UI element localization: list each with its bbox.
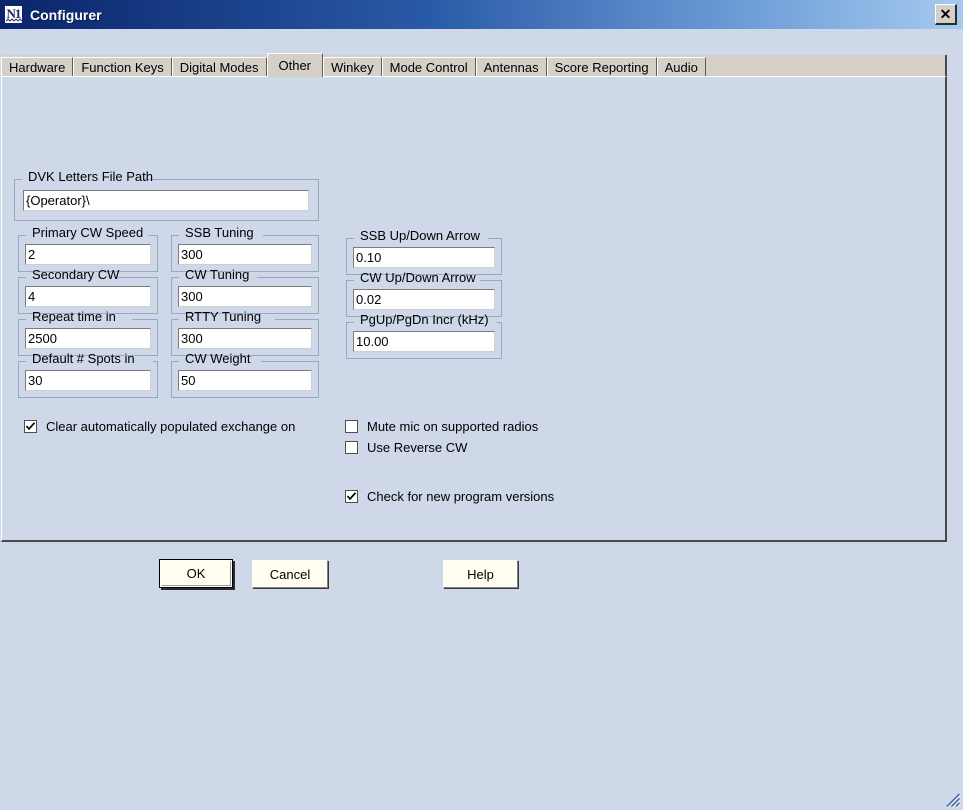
- tab-function-keys[interactable]: Function Keys: [73, 57, 172, 77]
- group-label-dvk: DVK Letters File Path: [28, 169, 153, 184]
- group-label-ssb-tuning: SSB Tuning: [185, 225, 254, 240]
- tab-label: Winkey: [331, 60, 374, 75]
- tab-label: Antennas: [483, 60, 539, 75]
- window-titlebar[interactable]: N1 Configurer ✕: [0, 0, 963, 29]
- tab-panel-other: DVK Letters File Path Primary CW Speed S…: [1, 76, 947, 542]
- checkbox-label-check-versions: Check for new program versions: [367, 489, 555, 504]
- group-label-repeat-time: Repeat time in: [32, 309, 116, 324]
- repeat-time-input[interactable]: [25, 328, 151, 349]
- ssb-up-down-arrow-input[interactable]: [353, 247, 495, 268]
- ssb-tuning-input[interactable]: [178, 244, 312, 265]
- checkbox-row-clear-exchange[interactable]: Clear automatically populated exchange o…: [24, 420, 295, 433]
- checkbox-check-versions[interactable]: [345, 490, 358, 503]
- tab-label: Mode Control: [389, 60, 468, 75]
- group-label-cw-tuning: CW Tuning: [185, 267, 250, 282]
- tab-label: Score Reporting: [554, 60, 649, 75]
- group-label-default-spots: Default # Spots in: [32, 351, 135, 366]
- tab-label: Other: [278, 58, 312, 73]
- resize-grip-icon[interactable]: [945, 792, 961, 808]
- group-default-spots: Default # Spots in: [18, 352, 158, 398]
- ok-button-label: OK: [186, 566, 206, 581]
- group-label-rtty-tuning: RTTY Tuning: [185, 309, 262, 324]
- secondary-cw-input[interactable]: [25, 286, 151, 307]
- help-button[interactable]: Help: [443, 560, 518, 588]
- primary-cw-speed-input[interactable]: [25, 244, 151, 265]
- check-icon: [346, 492, 357, 501]
- tab-other[interactable]: Other: [266, 53, 324, 77]
- check-icon: [25, 422, 36, 431]
- rtty-tuning-input[interactable]: [178, 328, 312, 349]
- group-cw-weight: CW Weight: [171, 352, 319, 398]
- checkbox-row-check-versions[interactable]: Check for new program versions: [345, 490, 554, 503]
- pgup-pgdn-incr-input[interactable]: [353, 331, 495, 352]
- tab-label: Function Keys: [81, 60, 164, 75]
- close-icon[interactable]: ✕: [935, 4, 957, 25]
- checkbox-row-reverse-cw[interactable]: Use Reverse CW: [345, 441, 467, 454]
- checkbox-clear-exchange[interactable]: [24, 420, 37, 433]
- cw-weight-input[interactable]: [178, 370, 312, 391]
- tab-mode-control[interactable]: Mode Control: [381, 57, 476, 77]
- checkbox-reverse-cw[interactable]: [345, 441, 358, 454]
- tab-label: Audio: [664, 60, 698, 75]
- checkbox-row-mute-mic[interactable]: Mute mic on supported radios: [345, 420, 538, 433]
- group-label-cw-weight: CW Weight: [185, 351, 251, 366]
- cancel-button-label: Cancel: [269, 566, 311, 582]
- checkbox-label-reverse-cw: Use Reverse CW: [367, 440, 468, 455]
- tab-label: Hardware: [9, 60, 66, 75]
- ok-button[interactable]: OK: [159, 559, 233, 588]
- window-title: Configurer: [30, 6, 102, 23]
- checkbox-label-clear-exchange: Clear automatically populated exchange o…: [46, 419, 296, 434]
- group-dvk-letters-file-path: DVK Letters File Path: [14, 170, 319, 221]
- checkbox-label-mute-mic: Mute mic on supported radios: [367, 419, 539, 434]
- help-button-label: Help: [467, 566, 494, 582]
- default-spots-input[interactable]: [25, 370, 151, 391]
- group-label-pgup-pgdn-incr: PgUp/PgDn Incr (kHz): [360, 312, 489, 327]
- n1-logo-icon: N1: [4, 5, 23, 24]
- tab-antennas[interactable]: Antennas: [475, 57, 547, 77]
- cancel-button[interactable]: Cancel: [252, 560, 328, 588]
- tab-winkey[interactable]: Winkey: [323, 57, 382, 77]
- group-label-secondary-cw: Secondary CW: [32, 267, 120, 282]
- group-label-ssb-up-down-arrow: SSB Up/Down Arrow: [360, 228, 480, 243]
- tab-digital-modes[interactable]: Digital Modes: [171, 57, 267, 77]
- group-label-cw-up-down-arrow: CW Up/Down Arrow: [360, 270, 476, 285]
- tab-audio[interactable]: Audio: [656, 57, 706, 77]
- cw-up-down-arrow-input[interactable]: [353, 289, 495, 310]
- dvk-letters-file-path-input[interactable]: [23, 190, 309, 211]
- tab-label: Digital Modes: [179, 60, 259, 75]
- tab-hardware[interactable]: Hardware: [1, 57, 74, 77]
- cw-tuning-input[interactable]: [178, 286, 312, 307]
- logo-wave-icon: [6, 18, 22, 22]
- group-pgup-pgdn-incr: PgUp/PgDn Incr (kHz): [346, 313, 502, 359]
- tab-score-reporting[interactable]: Score Reporting: [546, 57, 657, 77]
- checkbox-mute-mic[interactable]: [345, 420, 358, 433]
- group-label-primary-cw-speed: Primary CW Speed: [32, 225, 144, 240]
- tab-bar: Hardware Function Keys Digital Modes Other W…: [1, 53, 947, 77]
